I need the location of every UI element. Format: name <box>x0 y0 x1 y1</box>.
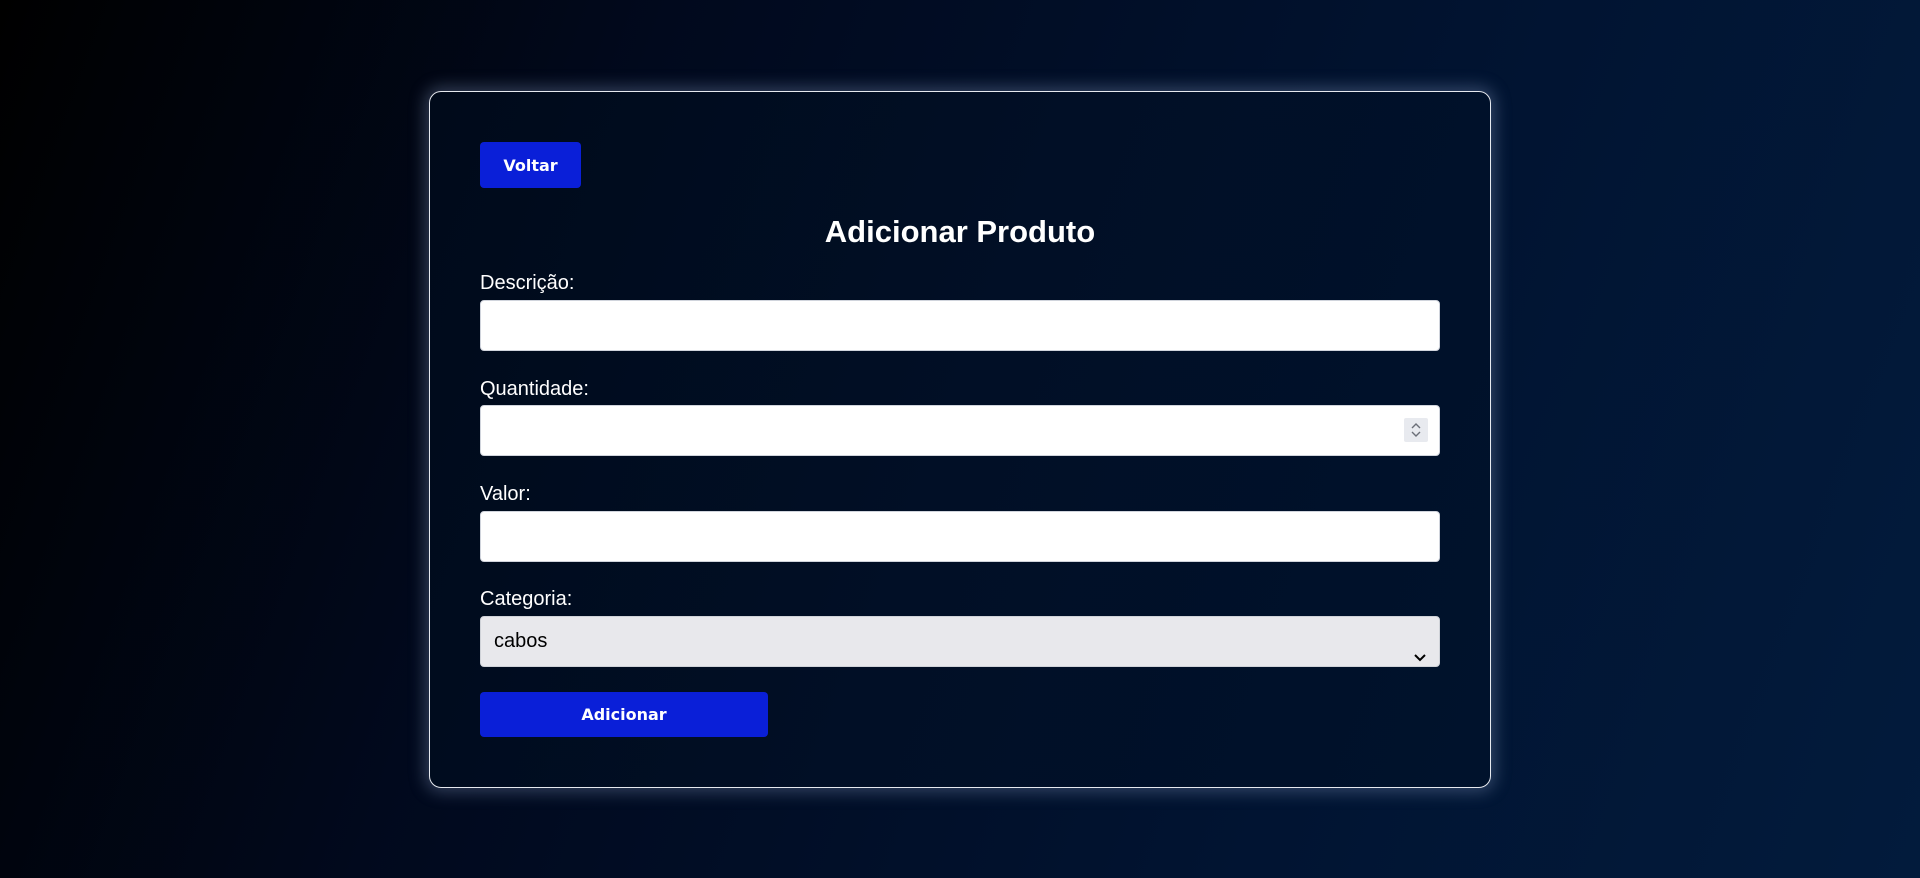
descricao-label: Descrição: <box>480 272 575 294</box>
add-product-card: Voltar Adicionar Produto Descrição: Quan… <box>429 91 1491 788</box>
back-button[interactable]: Voltar <box>480 142 581 188</box>
valor-label: Valor: <box>480 483 531 505</box>
categoria-select[interactable]: cabos <box>480 616 1440 667</box>
add-button[interactable]: Adicionar <box>480 692 768 737</box>
chevron-down-icon <box>1413 635 1427 684</box>
valor-input[interactable] <box>480 511 1440 562</box>
categoria-label: Categoria: <box>480 588 573 610</box>
page-title: Adicionar Produto <box>824 214 1096 249</box>
descricao-input[interactable] <box>480 300 1440 351</box>
quantidade-label: Quantidade: <box>480 378 589 400</box>
up-down-stepper-icon[interactable] <box>1404 418 1428 442</box>
quantidade-input[interactable] <box>480 405 1440 456</box>
categoria-selected-value: cabos <box>494 630 548 652</box>
